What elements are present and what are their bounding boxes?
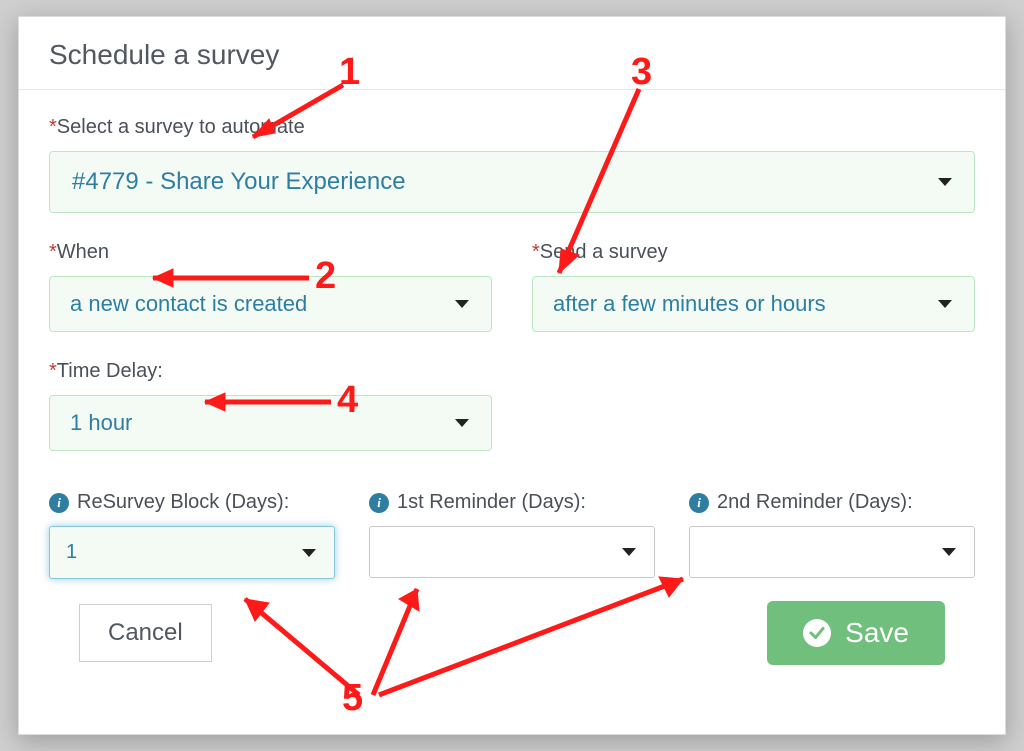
save-label: Save [845,617,909,649]
label-text: 2nd Reminder (Days): [717,491,913,514]
send-survey-dropdown[interactable]: after a few minutes or hours [532,276,975,332]
reminder1-dropdown[interactable] [369,526,655,578]
required-asterisk: * [532,241,540,263]
when-label: *When [49,241,492,264]
chevron-down-icon [302,549,316,557]
annotation-number: 5 [342,677,363,720]
cancel-button[interactable]: Cancel [79,604,212,662]
modal-header: Schedule a survey [19,17,1005,90]
send-survey-value: after a few minutes or hours [553,291,826,316]
info-icon: i [49,493,69,513]
info-icon: i [369,493,389,513]
required-asterisk: * [49,241,57,263]
chevron-down-icon [622,548,636,556]
when-value: a new contact is created [70,291,307,316]
check-circle-icon [803,619,831,647]
resurvey-value: 1 [66,541,77,563]
required-asterisk: * [49,360,57,382]
save-button[interactable]: Save [767,601,945,665]
modal-body: *Select a survey to automate #4779 - Sha… [19,90,1005,683]
reminder2-dropdown[interactable] [689,526,975,578]
reminder1-label: i 1st Reminder (Days): [369,491,655,514]
chevron-down-icon [942,548,956,556]
chevron-down-icon [455,300,469,308]
label-text: Send a survey [540,241,668,263]
chevron-down-icon [455,419,469,427]
when-dropdown[interactable]: a new contact is created [49,276,492,332]
modal-footer: Cancel Save [49,579,975,665]
resurvey-label: i ReSurvey Block (Days): [49,491,335,514]
label-text: When [57,241,109,263]
label-text: Select a survey to automate [57,116,305,138]
label-text: ReSurvey Block (Days): [77,491,289,514]
required-asterisk: * [49,116,57,138]
time-delay-value: 1 hour [70,410,132,435]
chevron-down-icon [938,178,952,186]
reminder2-label: i 2nd Reminder (Days): [689,491,975,514]
time-delay-dropdown[interactable]: 1 hour [49,395,492,451]
select-survey-label: *Select a survey to automate [49,116,975,139]
send-survey-label: *Send a survey [532,241,975,264]
select-survey-value: #4779 - Share Your Experience [72,168,406,195]
modal-title: Schedule a survey [49,39,975,71]
resurvey-dropdown[interactable]: 1 [49,526,335,579]
label-text: Time Delay: [57,360,163,382]
label-text: 1st Reminder (Days): [397,491,586,514]
schedule-survey-modal: Schedule a survey *Select a survey to au… [18,16,1006,735]
info-icon: i [689,493,709,513]
time-delay-label: *Time Delay: [49,360,492,383]
chevron-down-icon [938,300,952,308]
select-survey-dropdown[interactable]: #4779 - Share Your Experience [49,151,975,213]
